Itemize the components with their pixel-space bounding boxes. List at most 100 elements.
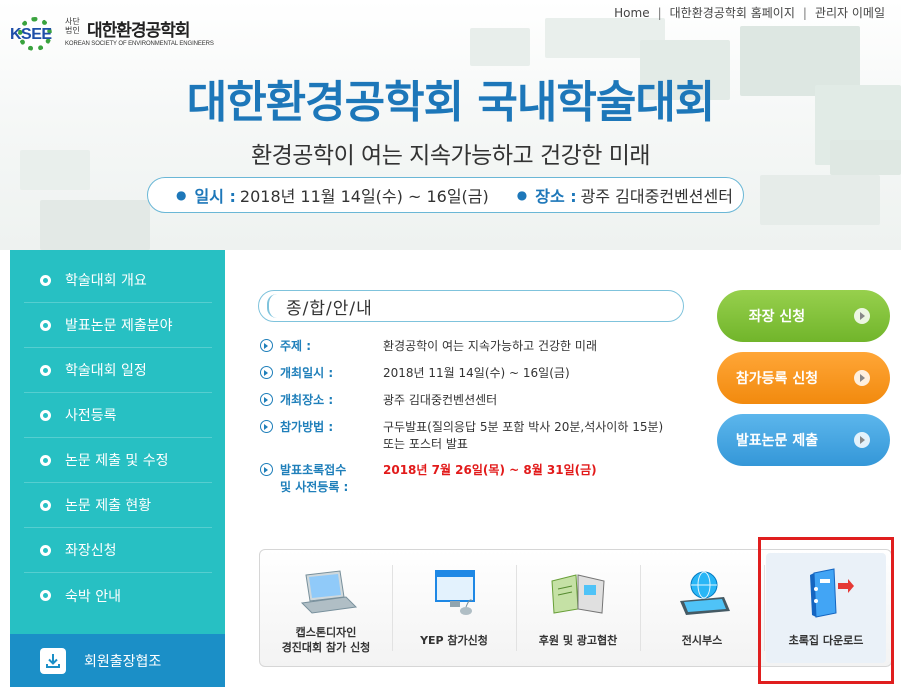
ksee-logo-icon: KSEE <box>10 17 60 51</box>
bullet-icon: ● <box>516 188 528 202</box>
sidebar-item-chair-application[interactable]: 좌장신청 <box>24 528 212 573</box>
event-venue-label: 장소 : <box>535 187 577 206</box>
quicklink-label: 초록집 다운로드 <box>788 634 864 647</box>
sidebar-item-label: 좌장신청 <box>65 543 117 559</box>
member-trip-cooperation-button[interactable]: 회원출장협조 <box>10 634 225 687</box>
divider <box>764 565 765 651</box>
sidebar-item-label: 발표논문 제출분야 <box>65 318 173 334</box>
circle-bullet-icon <box>40 590 51 601</box>
sidebar-item-label: 학술대회 개요 <box>65 273 147 289</box>
sidebar-footer-label: 회원출장협조 <box>84 653 162 670</box>
sidebar-item-label: 사전등록 <box>65 408 117 424</box>
quicklink-label: 전시부스 <box>681 634 723 647</box>
info-key: 주제 : <box>280 339 312 353</box>
sidebar-item-pre-registration[interactable]: 사전등록 <box>24 393 212 438</box>
monitor-icon <box>435 570 475 615</box>
logo-name: 대한환경공학회 <box>87 21 190 41</box>
arrow-circle-icon <box>260 420 273 433</box>
quicklink-capstone[interactable]: 캡스톤디자인 경진대회 참가 신청 <box>266 553 386 663</box>
nav-separator: | <box>657 6 662 20</box>
info-key: 개최장소 : <box>280 393 334 407</box>
header-banner: KSEE 사단법인 대한환경공학회 KOREAN SOCIETY OF ENVI… <box>0 0 901 250</box>
circle-bullet-icon <box>40 319 51 331</box>
info-value: 광주 김대중컨벤션센터 <box>383 393 498 407</box>
arrow-circle-icon <box>260 366 273 379</box>
top-navigation: Home | 대한환경공학회 홈페이지 | 관리자 이메일 <box>614 4 885 21</box>
sidebar-item-label: 학술대회 일정 <box>65 363 147 379</box>
quicklink-label: 후원 및 광고협찬 <box>538 634 618 647</box>
circle-bullet-icon <box>40 544 51 556</box>
info-key-line2: 및 사전등록 : <box>280 480 349 494</box>
sidebar-item-label: 논문 제출 및 수정 <box>65 453 169 469</box>
quicklink-yep[interactable]: YEP 참가신청 <box>394 553 514 663</box>
page-title: 대한환경공학회 국내학술대회 <box>186 77 716 128</box>
nav-admin-email-link[interactable]: 관리자 이메일 <box>815 6 885 20</box>
info-value: 환경공학이 여는 지속가능하고 건강한 미래 <box>383 339 597 353</box>
quicklink-label: 캡스톤디자인 경진대회 참가 신청 <box>266 625 386 655</box>
sidebar-item-submission-status[interactable]: 논문 제출 현황 <box>24 483 212 528</box>
bullet-icon: ● <box>176 188 187 202</box>
info-key: 발표초록접수 <box>280 463 347 477</box>
sidebar-item-label: 논문 제출 현황 <box>65 498 152 514</box>
sidebar-menu: 학술대회 개요 발표논문 제출분야 학술대회 일정 사전등록 논문 제출 및 수… <box>10 250 225 687</box>
circle-bullet-icon <box>40 499 51 511</box>
site-logo[interactable]: KSEE 사단법인 대한환경공학회 KOREAN SOCIETY OF ENVI… <box>10 14 215 54</box>
quicklink-exhibition-booth[interactable]: 전시부스 <box>642 553 762 663</box>
sidebar-item-overview[interactable]: 학술대회 개요 <box>24 258 212 303</box>
sidebar-item-paper-submission[interactable]: 논문 제출 및 수정 <box>24 438 212 483</box>
info-value-line2: 또는 포스터 발표 <box>383 437 468 451</box>
event-venue-value: 광주 김대중컨벤션센터 <box>580 187 733 206</box>
sidebar-item-accommodation[interactable]: 숙박 안내 <box>24 573 212 618</box>
chair-application-button[interactable]: 좌장 신청 <box>717 290 890 342</box>
quicklink-label-line1: 캡스톤디자인 <box>295 626 357 639</box>
registration-button[interactable]: 참가등록 신청 <box>717 352 890 404</box>
nav-society-home-link[interactable]: 대한환경공학회 홈페이지 <box>670 6 795 20</box>
circle-bullet-icon <box>40 454 51 466</box>
arrow-right-icon <box>854 432 870 448</box>
download-icon <box>40 647 66 674</box>
arrow-circle-icon <box>260 339 273 352</box>
arrow-right-icon <box>854 370 870 386</box>
event-venue: ● 장소 : 광주 김대중컨벤션센터 <box>517 183 733 207</box>
banner-decoration <box>760 175 880 225</box>
arrow-right-icon <box>854 308 870 324</box>
globe-tablet-icon <box>680 571 730 615</box>
sidebar-item-label: 숙박 안내 <box>65 588 121 605</box>
nav-home-link[interactable]: Home <box>614 6 649 20</box>
logo-mark-text: KSEE <box>10 26 52 43</box>
laptop-icon <box>300 570 358 614</box>
binder-icon <box>810 568 854 618</box>
sidebar-item-schedule[interactable]: 학술대회 일정 <box>24 348 212 393</box>
button-label: 참가등록 신청 <box>735 371 819 387</box>
magazine-icon <box>551 574 605 614</box>
banner-decoration <box>470 28 530 66</box>
arrow-circle-icon <box>260 463 273 476</box>
divider <box>392 565 393 651</box>
logo-english-name: KOREAN SOCIETY OF ENVIRONMENTAL ENGINEER… <box>65 41 214 47</box>
circle-bullet-icon <box>40 274 51 286</box>
overview-title: 종/합/안/내 <box>286 299 373 319</box>
quicklink-label: YEP 참가신청 <box>420 634 488 647</box>
info-value: 구두발표(질의응답 5분 포함 박사 20분,석사이하 15분) <box>383 420 664 434</box>
divider <box>516 565 517 651</box>
quicklink-abstract-download[interactable]: 초록집 다운로드 <box>766 553 886 663</box>
quicklink-sponsorship[interactable]: 후원 및 광고협찬 <box>518 553 638 663</box>
button-label: 발표논문 제출 <box>735 433 819 449</box>
nav-separator: | <box>802 6 807 20</box>
event-info-bar: ● 일시 : 2018년 11월 14일(수) ~ 16일(금) ● 장소 : … <box>147 177 744 213</box>
page-subtitle: 환경공학이 여는 지속가능하고 건강한 미래 <box>250 143 651 169</box>
button-label: 좌장 신청 <box>748 309 806 325</box>
event-date-label: 일시 : <box>194 187 236 206</box>
event-date: ● 일시 : 2018년 11월 14일(수) ~ 16일(금) <box>176 183 489 207</box>
paper-submission-button[interactable]: 발표논문 제출 <box>717 414 890 466</box>
info-value: 2018년 11월 14일(수) ~ 16일(금) <box>383 366 570 380</box>
info-key: 참가방법 : <box>280 420 334 434</box>
circle-bullet-icon <box>40 364 51 376</box>
event-date-value: 2018년 11월 14일(수) ~ 16일(금) <box>239 187 489 206</box>
circle-bullet-icon <box>40 409 51 421</box>
logo-small-text: 사단법인 <box>65 17 80 35</box>
info-value-highlight: 2018년 7월 26일(목) ~ 8월 31일(금) <box>383 463 597 477</box>
arrow-circle-icon <box>260 393 273 406</box>
sidebar-item-paper-fields[interactable]: 발표논문 제출분야 <box>24 303 212 348</box>
divider <box>640 565 641 651</box>
